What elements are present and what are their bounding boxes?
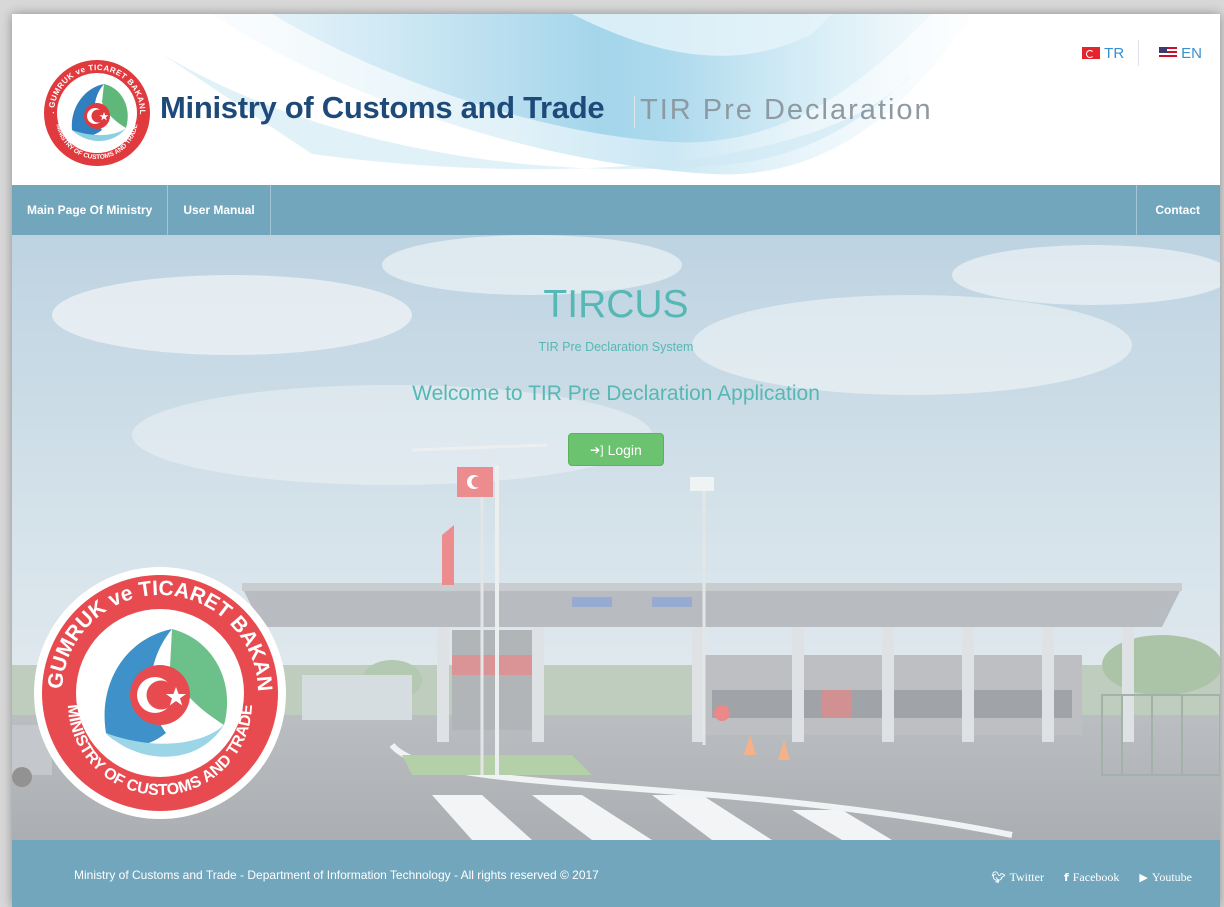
ministry-seal-watermark: T.C. GUMRUK ve TICARET BAKANLIGI MINISTR… — [32, 565, 286, 819]
twitter-link[interactable]: 🐦︎ Twitter — [992, 870, 1044, 885]
facebook-icon: f — [1063, 871, 1069, 884]
login-button-label: Login — [607, 441, 642, 458]
language-en-link[interactable]: EN — [1159, 45, 1202, 62]
footer-copyright: Ministry of Customs and Trade - Departme… — [74, 868, 599, 882]
youtube-icon: ▶ — [1139, 871, 1148, 884]
nav-main-page-of-ministry[interactable]: Main Page Of Ministry — [12, 185, 169, 235]
nav-contact[interactable]: Contact — [1136, 185, 1220, 235]
application-subtitle: TIR Pre Declaration — [640, 94, 933, 126]
youtube-label: Youtube — [1151, 870, 1192, 884]
turkey-flag-icon — [1082, 47, 1101, 59]
language-switcher: TR EN — [1082, 40, 1202, 66]
main-navigation: Main Page Of Ministry User Manual Contac… — [12, 185, 1220, 235]
twitter-label: Twitter — [1009, 870, 1044, 884]
nav-user-manual[interactable]: User Manual — [168, 185, 271, 235]
app-name-subtitle: TIR Pre Declaration System — [538, 340, 694, 354]
twitter-icon: 🐦︎ — [991, 871, 1006, 884]
facebook-label: Facebook — [1072, 870, 1120, 884]
sign-in-icon: ➔] — [590, 442, 604, 457]
language-tr-label: TR — [1104, 44, 1125, 62]
app-name-title: TIRCUS — [543, 283, 689, 326]
language-tr-link[interactable]: TR — [1082, 45, 1124, 62]
social-links: 🐦︎ Twitter f Facebook ▶ Youtube — [992, 870, 1193, 885]
hero-section: T.C. GUMRUK ve TICARET BAKANLIGI MINISTR… — [12, 235, 1220, 840]
site-header: T.C. GUMRUK ve TICARET BAKANLIGI MINISTR… — [12, 14, 1220, 185]
language-en-label: EN — [1181, 44, 1202, 62]
usa-flag-icon — [1159, 47, 1178, 59]
title-divider — [634, 96, 635, 128]
language-divider — [1138, 40, 1140, 66]
ministry-seal-logo: T.C. GUMRUK ve TICARET BAKANLIGI MINISTR… — [42, 58, 150, 166]
login-button[interactable]: ➔] Login — [568, 433, 664, 466]
facebook-link[interactable]: f Facebook — [1064, 870, 1119, 885]
welcome-message: Welcome to TIR Pre Declaration Applicati… — [412, 382, 820, 405]
page-frame: T.C. GUMRUK ve TICARET BAKANLIGI MINISTR… — [12, 14, 1220, 907]
ministry-title: Ministry of Customs and Trade — [160, 90, 605, 125]
site-footer: Ministry of Customs and Trade - Departme… — [12, 840, 1220, 907]
youtube-link[interactable]: ▶ Youtube — [1139, 870, 1192, 885]
